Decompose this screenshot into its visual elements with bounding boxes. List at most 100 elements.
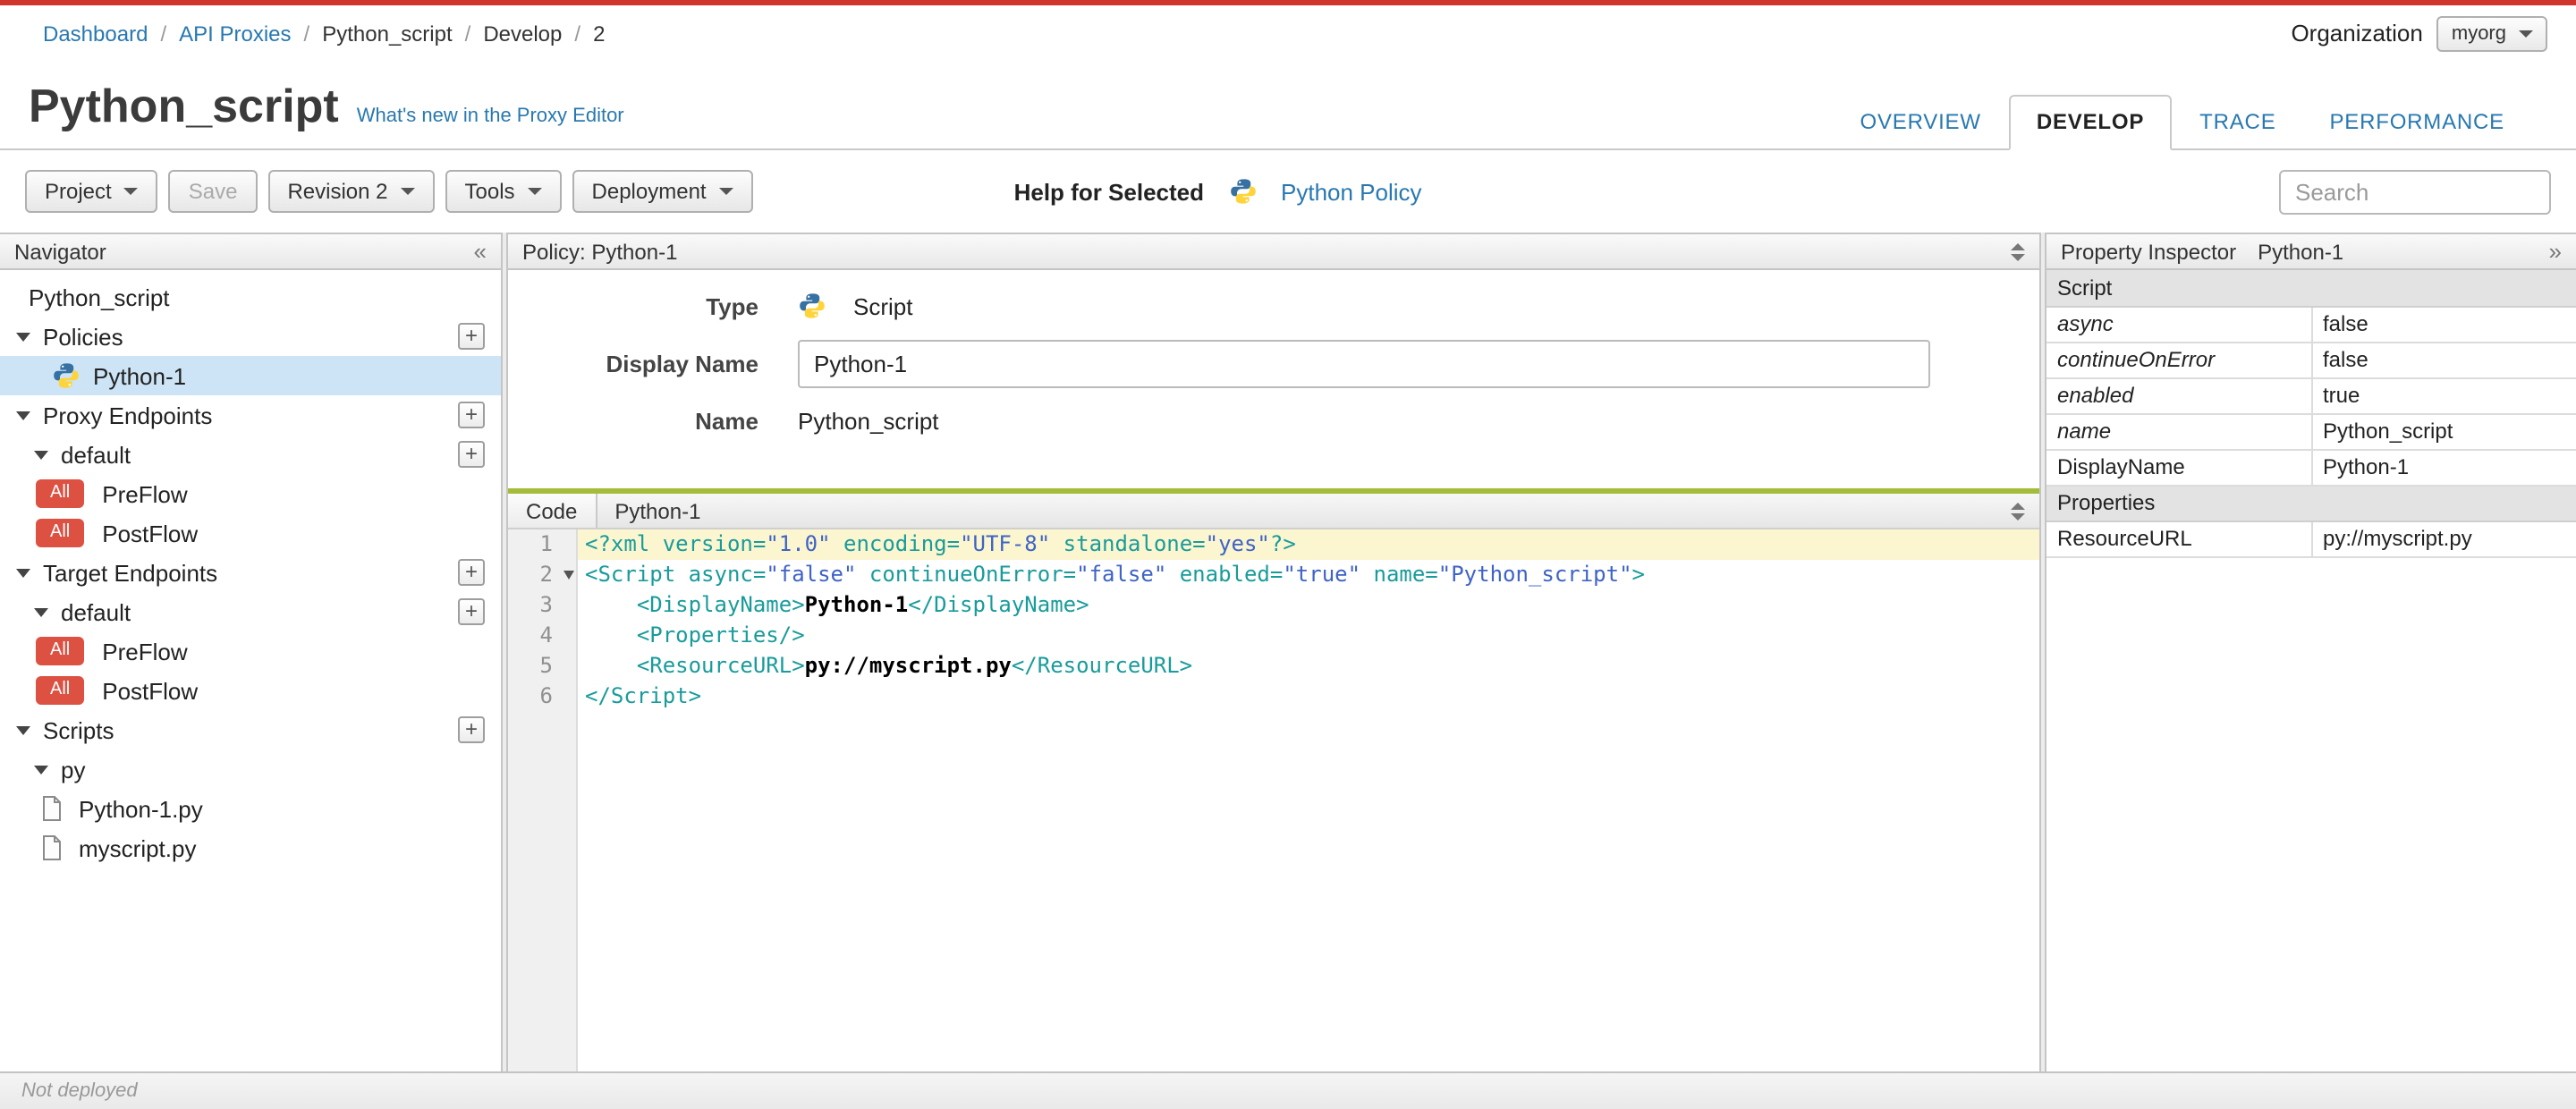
code-editor[interactable]: 1 <?xml version="1.0" encoding="UTF-8" st…: [508, 529, 2039, 1071]
nav-item-myscript-py[interactable]: myscript.py: [0, 828, 501, 868]
breadcrumb-separator: /: [574, 21, 581, 46]
code-line[interactable]: </Script>: [578, 681, 2039, 712]
nav-item-preflow[interactable]: All PreFlow: [0, 474, 501, 513]
property-inspector-title: Property Inspector: [2061, 239, 2237, 264]
search-input[interactable]: [2279, 169, 2551, 214]
nav-item-python_script[interactable]: Python_script: [0, 277, 501, 317]
add-button[interactable]: +: [458, 323, 485, 350]
disclosure-triangle-icon[interactable]: [34, 607, 48, 616]
deployment-menu-label: Deployment: [591, 179, 707, 204]
breadcrumb-item[interactable]: API Proxies: [179, 21, 291, 46]
nav-item-postflow[interactable]: All PostFlow: [0, 671, 501, 710]
tab-overview[interactable]: OVERVIEW: [1835, 97, 2006, 148]
inspector-property-name: async: [2046, 306, 2312, 343]
nav-item-label: Python_script: [29, 284, 170, 310]
line-number: 6: [539, 683, 553, 708]
file-icon: [38, 834, 66, 862]
name-label: Name: [695, 408, 758, 435]
collapse-expand-icon[interactable]: [2011, 242, 2025, 260]
nav-item-label: PreFlow: [102, 638, 188, 665]
nav-item-policies[interactable]: Policies +: [0, 317, 501, 356]
inspector-property-value[interactable]: Python-1: [2311, 449, 2576, 486]
line-number: 3: [539, 592, 553, 617]
type-label: Type: [706, 292, 758, 319]
add-button[interactable]: +: [458, 716, 485, 743]
nav-item-scripts[interactable]: Scripts +: [0, 710, 501, 749]
tab-trace[interactable]: TRACE: [2174, 97, 2301, 148]
code-line[interactable]: <?xml version="1.0" encoding="UTF-8" sta…: [578, 529, 2039, 560]
collapse-right-icon[interactable]: »: [2549, 240, 2562, 263]
tools-menu-button[interactable]: Tools: [445, 170, 562, 213]
disclosure-triangle-icon[interactable]: [34, 450, 48, 459]
line-number: 4: [539, 622, 553, 648]
code-line[interactable]: <ResourceURL>py://myscript.py</ResourceU…: [578, 651, 2039, 681]
add-button[interactable]: +: [458, 402, 485, 428]
breadcrumb-item: Develop: [483, 21, 563, 46]
name-value: Python_script: [798, 408, 939, 435]
nav-item-python-1[interactable]: Python-1: [0, 356, 501, 395]
nav-item-default[interactable]: default +: [0, 435, 501, 474]
inspector-property-value[interactable]: py://myscript.py: [2311, 521, 2576, 557]
nav-item-target-endpoints[interactable]: Target Endpoints +: [0, 553, 501, 592]
disclosure-triangle-icon[interactable]: [16, 568, 30, 577]
inspector-property-value[interactable]: false: [2311, 342, 2576, 378]
breadcrumb-item[interactable]: Dashboard: [43, 21, 148, 46]
page-title: Python_script: [29, 79, 339, 132]
inspector-property-value[interactable]: Python_script: [2311, 413, 2576, 450]
inspector-property-name: enabled: [2046, 377, 2312, 414]
project-menu-button[interactable]: Project: [25, 170, 158, 213]
chevron-down-icon: [400, 188, 415, 195]
code-line[interactable]: <Script async="false" continueOnError="f…: [578, 560, 2039, 590]
nav-item-py[interactable]: py: [0, 749, 501, 789]
code-fold-icon[interactable]: [564, 571, 574, 580]
revision-menu-button[interactable]: Revision 2: [267, 170, 435, 213]
nav-item-label: PreFlow: [102, 480, 188, 507]
nav-item-default[interactable]: default +: [0, 592, 501, 631]
inspector-section-label: Script: [2046, 270, 2576, 307]
panel-splitter[interactable]: [501, 233, 508, 1071]
disclosure-triangle-icon[interactable]: [16, 411, 30, 419]
add-button[interactable]: +: [458, 598, 485, 625]
breadcrumb-separator: /: [160, 21, 167, 46]
chevron-down-icon: [2519, 30, 2533, 37]
python-policy-help-link[interactable]: Python Policy: [1281, 178, 1422, 205]
policy-form: Type Script Display Name Name Python_scr…: [508, 270, 2039, 488]
display-name-input[interactable]: [798, 340, 1930, 388]
disclosure-triangle-icon[interactable]: [16, 332, 30, 341]
flow-condition-badge: All: [36, 637, 85, 665]
code-tab[interactable]: Code: [508, 494, 597, 528]
nav-item-label: Target Endpoints: [43, 559, 218, 586]
nav-item-label: Python-1.py: [79, 795, 203, 822]
tab-develop[interactable]: DEVELOP: [2009, 95, 2172, 150]
panel-splitter[interactable]: [2039, 233, 2046, 1071]
property-inspector-subtitle: Python-1: [2258, 239, 2344, 264]
nav-item-label: myscript.py: [79, 834, 197, 861]
tab-performance[interactable]: PERFORMANCE: [2305, 97, 2530, 148]
deployment-menu-button[interactable]: Deployment: [572, 170, 753, 213]
whats-new-link[interactable]: What's new in the Proxy Editor: [357, 106, 624, 127]
add-button[interactable]: +: [458, 441, 485, 468]
inspector-row-script: Script: [2046, 270, 2576, 307]
line-number: 5: [539, 653, 553, 678]
breadcrumb-item: Python_script: [322, 21, 453, 46]
nav-item-preflow[interactable]: All PreFlow: [0, 631, 501, 671]
disclosure-triangle-icon[interactable]: [34, 765, 48, 774]
inspector-property-value[interactable]: true: [2311, 377, 2576, 414]
name-row: Name Python_script: [508, 408, 2039, 435]
code-line[interactable]: <Properties/>: [578, 621, 2039, 651]
code-line[interactable]: <DisplayName>Python-1</DisplayName>: [578, 590, 2039, 621]
inspector-section-label: Properties: [2046, 485, 2576, 521]
inspector-property-value[interactable]: false: [2311, 306, 2576, 343]
organization-select[interactable]: myorg: [2436, 15, 2547, 51]
title-block: Python_script What's new in the Proxy Ed…: [29, 79, 624, 148]
nav-item-proxy-endpoints[interactable]: Proxy Endpoints +: [0, 395, 501, 435]
add-button[interactable]: +: [458, 559, 485, 586]
nav-item-postflow[interactable]: All PostFlow: [0, 513, 501, 553]
chevron-down-icon: [123, 188, 139, 195]
save-button[interactable]: Save: [168, 170, 258, 213]
disclosure-triangle-icon[interactable]: [16, 725, 30, 734]
collapse-expand-icon[interactable]: [2011, 502, 2025, 520]
nav-item-python-1-py[interactable]: Python-1.py: [0, 789, 501, 828]
collapse-left-icon[interactable]: «: [474, 240, 487, 263]
apigee-proxy-editor: Dashboard / API Proxies / Python_script / Deve…: [0, 0, 2576, 1109]
